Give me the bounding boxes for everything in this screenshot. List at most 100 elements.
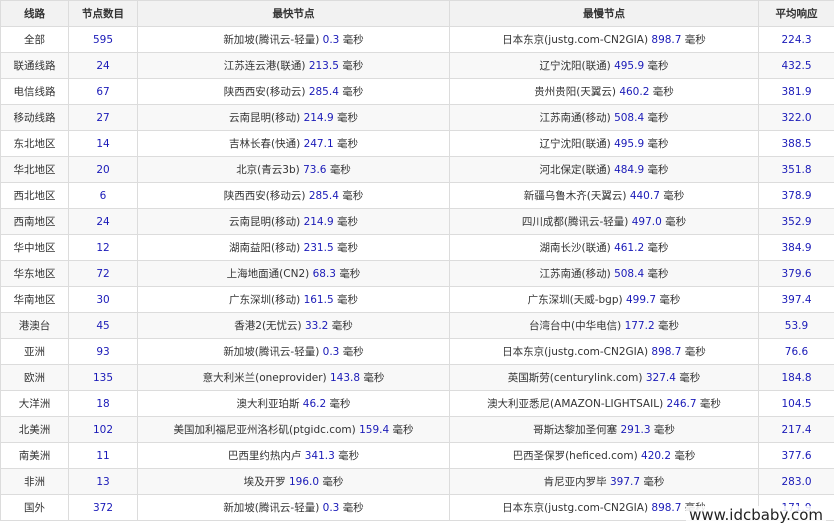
node-count-cell: 72 bbox=[68, 260, 138, 287]
unit-label: 毫秒 bbox=[336, 242, 358, 254]
slowest-node-cell: 辽宁沈阳(联通) 495.9 毫秒 bbox=[449, 52, 759, 79]
node-count-cell: 12 bbox=[68, 234, 138, 261]
unit-label: 毫秒 bbox=[647, 112, 669, 124]
fastest-node-cell: 云南昆明(移动) 214.9 毫秒 bbox=[137, 208, 450, 235]
average-response-cell: 217.4 bbox=[758, 416, 834, 443]
route-cell: 西南地区 bbox=[0, 208, 69, 235]
unit-label: 毫秒 bbox=[339, 268, 361, 280]
slowest-node-name: 新疆乌鲁木齐(天翼云) bbox=[523, 190, 627, 202]
slowest-node-name: 哥斯达黎加圣何塞 bbox=[533, 424, 618, 436]
table-row: 全部 595 新加坡(腾讯云-轻量) 0.3 毫秒 日本东京(justg.com-CN… bbox=[0, 26, 834, 53]
fastest-node-cell: 陕西西安(移动云) 285.4 毫秒 bbox=[137, 182, 450, 209]
fastest-node-name: 广东深圳(移动) bbox=[229, 294, 301, 306]
fastest-node-name: 江苏连云港(联通) bbox=[223, 60, 306, 72]
slowest-node-ms: 495.9 bbox=[614, 60, 645, 72]
fastest-node-name: 澳大利亚珀斯 bbox=[236, 398, 300, 410]
node-count-cell: 18 bbox=[68, 390, 138, 417]
fastest-node-ms: 213.5 bbox=[308, 60, 339, 72]
fastest-node-cell: 陕西西安(移动云) 285.4 毫秒 bbox=[137, 78, 450, 105]
table-row: 华北地区 20 北京(青云3b) 73.6 毫秒 河北保定(联通) 484.9 毫秒 3… bbox=[0, 156, 834, 183]
node-count-cell: 24 bbox=[68, 208, 138, 235]
fastest-node-ms: 214.9 bbox=[303, 216, 334, 228]
node-count-cell: 93 bbox=[68, 338, 138, 365]
fastest-node-ms: 68.3 bbox=[312, 268, 336, 280]
table-row: 西北地区 6 陕西西安(移动云) 285.4 毫秒 新疆乌鲁木齐(天翼云) 440.7… bbox=[0, 182, 834, 209]
unit-label: 毫秒 bbox=[342, 346, 364, 358]
route-cell: 南美洲 bbox=[0, 442, 69, 469]
slowest-node-ms: 420.2 bbox=[641, 450, 672, 462]
route-cell: 国外 bbox=[0, 494, 69, 521]
unit-label: 毫秒 bbox=[329, 164, 351, 176]
slowest-node-ms: 327.4 bbox=[645, 372, 676, 384]
unit-label: 毫秒 bbox=[674, 450, 696, 462]
slowest-node-name: 台湾台中(中华电信) bbox=[529, 320, 622, 332]
slowest-node-ms: 508.4 bbox=[614, 268, 645, 280]
slowest-node-cell: 哥斯达黎加圣何塞 291.3 毫秒 bbox=[449, 416, 759, 443]
fastest-node-ms: 0.3 bbox=[322, 34, 340, 46]
average-response-cell: 432.5 bbox=[758, 52, 834, 79]
fastest-node-cell: 广东深圳(移动) 161.5 毫秒 bbox=[137, 286, 450, 313]
slowest-node-name: 巴西圣保罗(heficed.com) bbox=[512, 450, 638, 462]
average-response-cell: 184.8 bbox=[758, 364, 834, 391]
fastest-node-ms: 247.1 bbox=[303, 138, 334, 150]
watermark: www.idcbaby.com bbox=[686, 506, 826, 524]
route-cell: 亚洲 bbox=[0, 338, 69, 365]
average-response-cell: 104.5 bbox=[758, 390, 834, 417]
header-average-response: 平均响应 bbox=[758, 0, 834, 27]
table-row: 东北地区 14 吉林长春(快通) 247.1 毫秒 辽宁沈阳(联通) 495.9 毫秒… bbox=[0, 130, 834, 157]
fastest-node-name: 陕西西安(移动云) bbox=[223, 86, 306, 98]
fastest-node-ms: 161.5 bbox=[303, 294, 334, 306]
fastest-node-cell: 新加坡(腾讯云-轻量) 0.3 毫秒 bbox=[137, 338, 450, 365]
unit-label: 毫秒 bbox=[336, 216, 358, 228]
node-count-cell: 30 bbox=[68, 286, 138, 313]
fastest-node-name: 陕西西安(移动云) bbox=[223, 190, 306, 202]
slowest-node-name: 广东深圳(天威-bgp) bbox=[527, 294, 623, 306]
header-route: 线路 bbox=[0, 0, 69, 27]
fastest-node-ms: 159.4 bbox=[359, 424, 390, 436]
fastest-node-cell: 巴西里约热内卢 341.3 毫秒 bbox=[137, 442, 450, 469]
table-row: 西南地区 24 云南昆明(移动) 214.9 毫秒 四川成都(腾讯云-轻量) 497.… bbox=[0, 208, 834, 235]
slowest-node-cell: 江苏南通(移动) 508.4 毫秒 bbox=[449, 260, 759, 287]
slowest-node-ms: 497.0 bbox=[631, 216, 662, 228]
unit-label: 毫秒 bbox=[392, 424, 414, 436]
route-cell: 华中地区 bbox=[0, 234, 69, 261]
slowest-node-cell: 湖南长沙(联通) 461.2 毫秒 bbox=[449, 234, 759, 261]
node-count-cell: 6 bbox=[68, 182, 138, 209]
slowest-node-ms: 440.7 bbox=[629, 190, 660, 202]
fastest-node-ms: 33.2 bbox=[304, 320, 329, 332]
fastest-node-ms: 285.4 bbox=[308, 190, 339, 202]
fastest-node-ms: 341.3 bbox=[304, 450, 335, 462]
fastest-node-cell: 新加坡(腾讯云-轻量) 0.3 毫秒 bbox=[137, 26, 450, 53]
route-cell: 港澳台 bbox=[0, 312, 69, 339]
average-response-cell: 53.9 bbox=[758, 312, 834, 339]
slowest-node-name: 辽宁沈阳(联通) bbox=[539, 60, 611, 72]
unit-label: 毫秒 bbox=[679, 372, 701, 384]
fastest-node-cell: 北京(青云3b) 73.6 毫秒 bbox=[137, 156, 450, 183]
slowest-node-name: 日本东京(justg.com-CN2GIA) bbox=[502, 502, 649, 514]
node-count-cell: 11 bbox=[68, 442, 138, 469]
fastest-node-cell: 江苏连云港(联通) 213.5 毫秒 bbox=[137, 52, 450, 79]
slowest-node-name: 湖南长沙(联通) bbox=[539, 242, 611, 254]
unit-label: 毫秒 bbox=[336, 138, 358, 150]
slowest-node-name: 肯尼亚内罗毕 bbox=[543, 476, 607, 488]
table-header-row: 线路 节点数目 最快节点 最慢节点 平均响应 bbox=[0, 0, 834, 27]
slowest-node-ms: 177.2 bbox=[624, 320, 655, 332]
average-response-cell: 379.6 bbox=[758, 260, 834, 287]
table-row: 非洲 13 埃及开罗 196.0 毫秒 肯尼亚内罗毕 397.7 毫秒 283.0 bbox=[0, 468, 834, 495]
fastest-node-name: 埃及开罗 bbox=[243, 476, 286, 488]
table-row: 电信线路 67 陕西西安(移动云) 285.4 毫秒 贵州贵阳(天翼云) 460.2 … bbox=[0, 78, 834, 105]
table-row: 华东地区 72 上海地面通(CN2) 68.3 毫秒 江苏南通(移动) 508.4 毫… bbox=[0, 260, 834, 287]
route-cell: 西北地区 bbox=[0, 182, 69, 209]
table-row: 欧洲 135 意大利米兰(oneprovider) 143.8 毫秒 英国斯劳(cen… bbox=[0, 364, 834, 391]
route-cell: 移动线路 bbox=[0, 104, 69, 131]
average-response-cell: 224.3 bbox=[758, 26, 834, 53]
route-cell: 联通线路 bbox=[0, 52, 69, 79]
fastest-node-ms: 0.3 bbox=[322, 346, 340, 358]
average-response-cell: 283.0 bbox=[758, 468, 834, 495]
fastest-node-ms: 0.3 bbox=[322, 502, 340, 514]
unit-label: 毫秒 bbox=[331, 320, 353, 332]
unit-label: 毫秒 bbox=[653, 424, 675, 436]
unit-label: 毫秒 bbox=[647, 138, 669, 150]
node-count-cell: 14 bbox=[68, 130, 138, 157]
slowest-node-cell: 台湾台中(中华电信) 177.2 毫秒 bbox=[449, 312, 759, 339]
